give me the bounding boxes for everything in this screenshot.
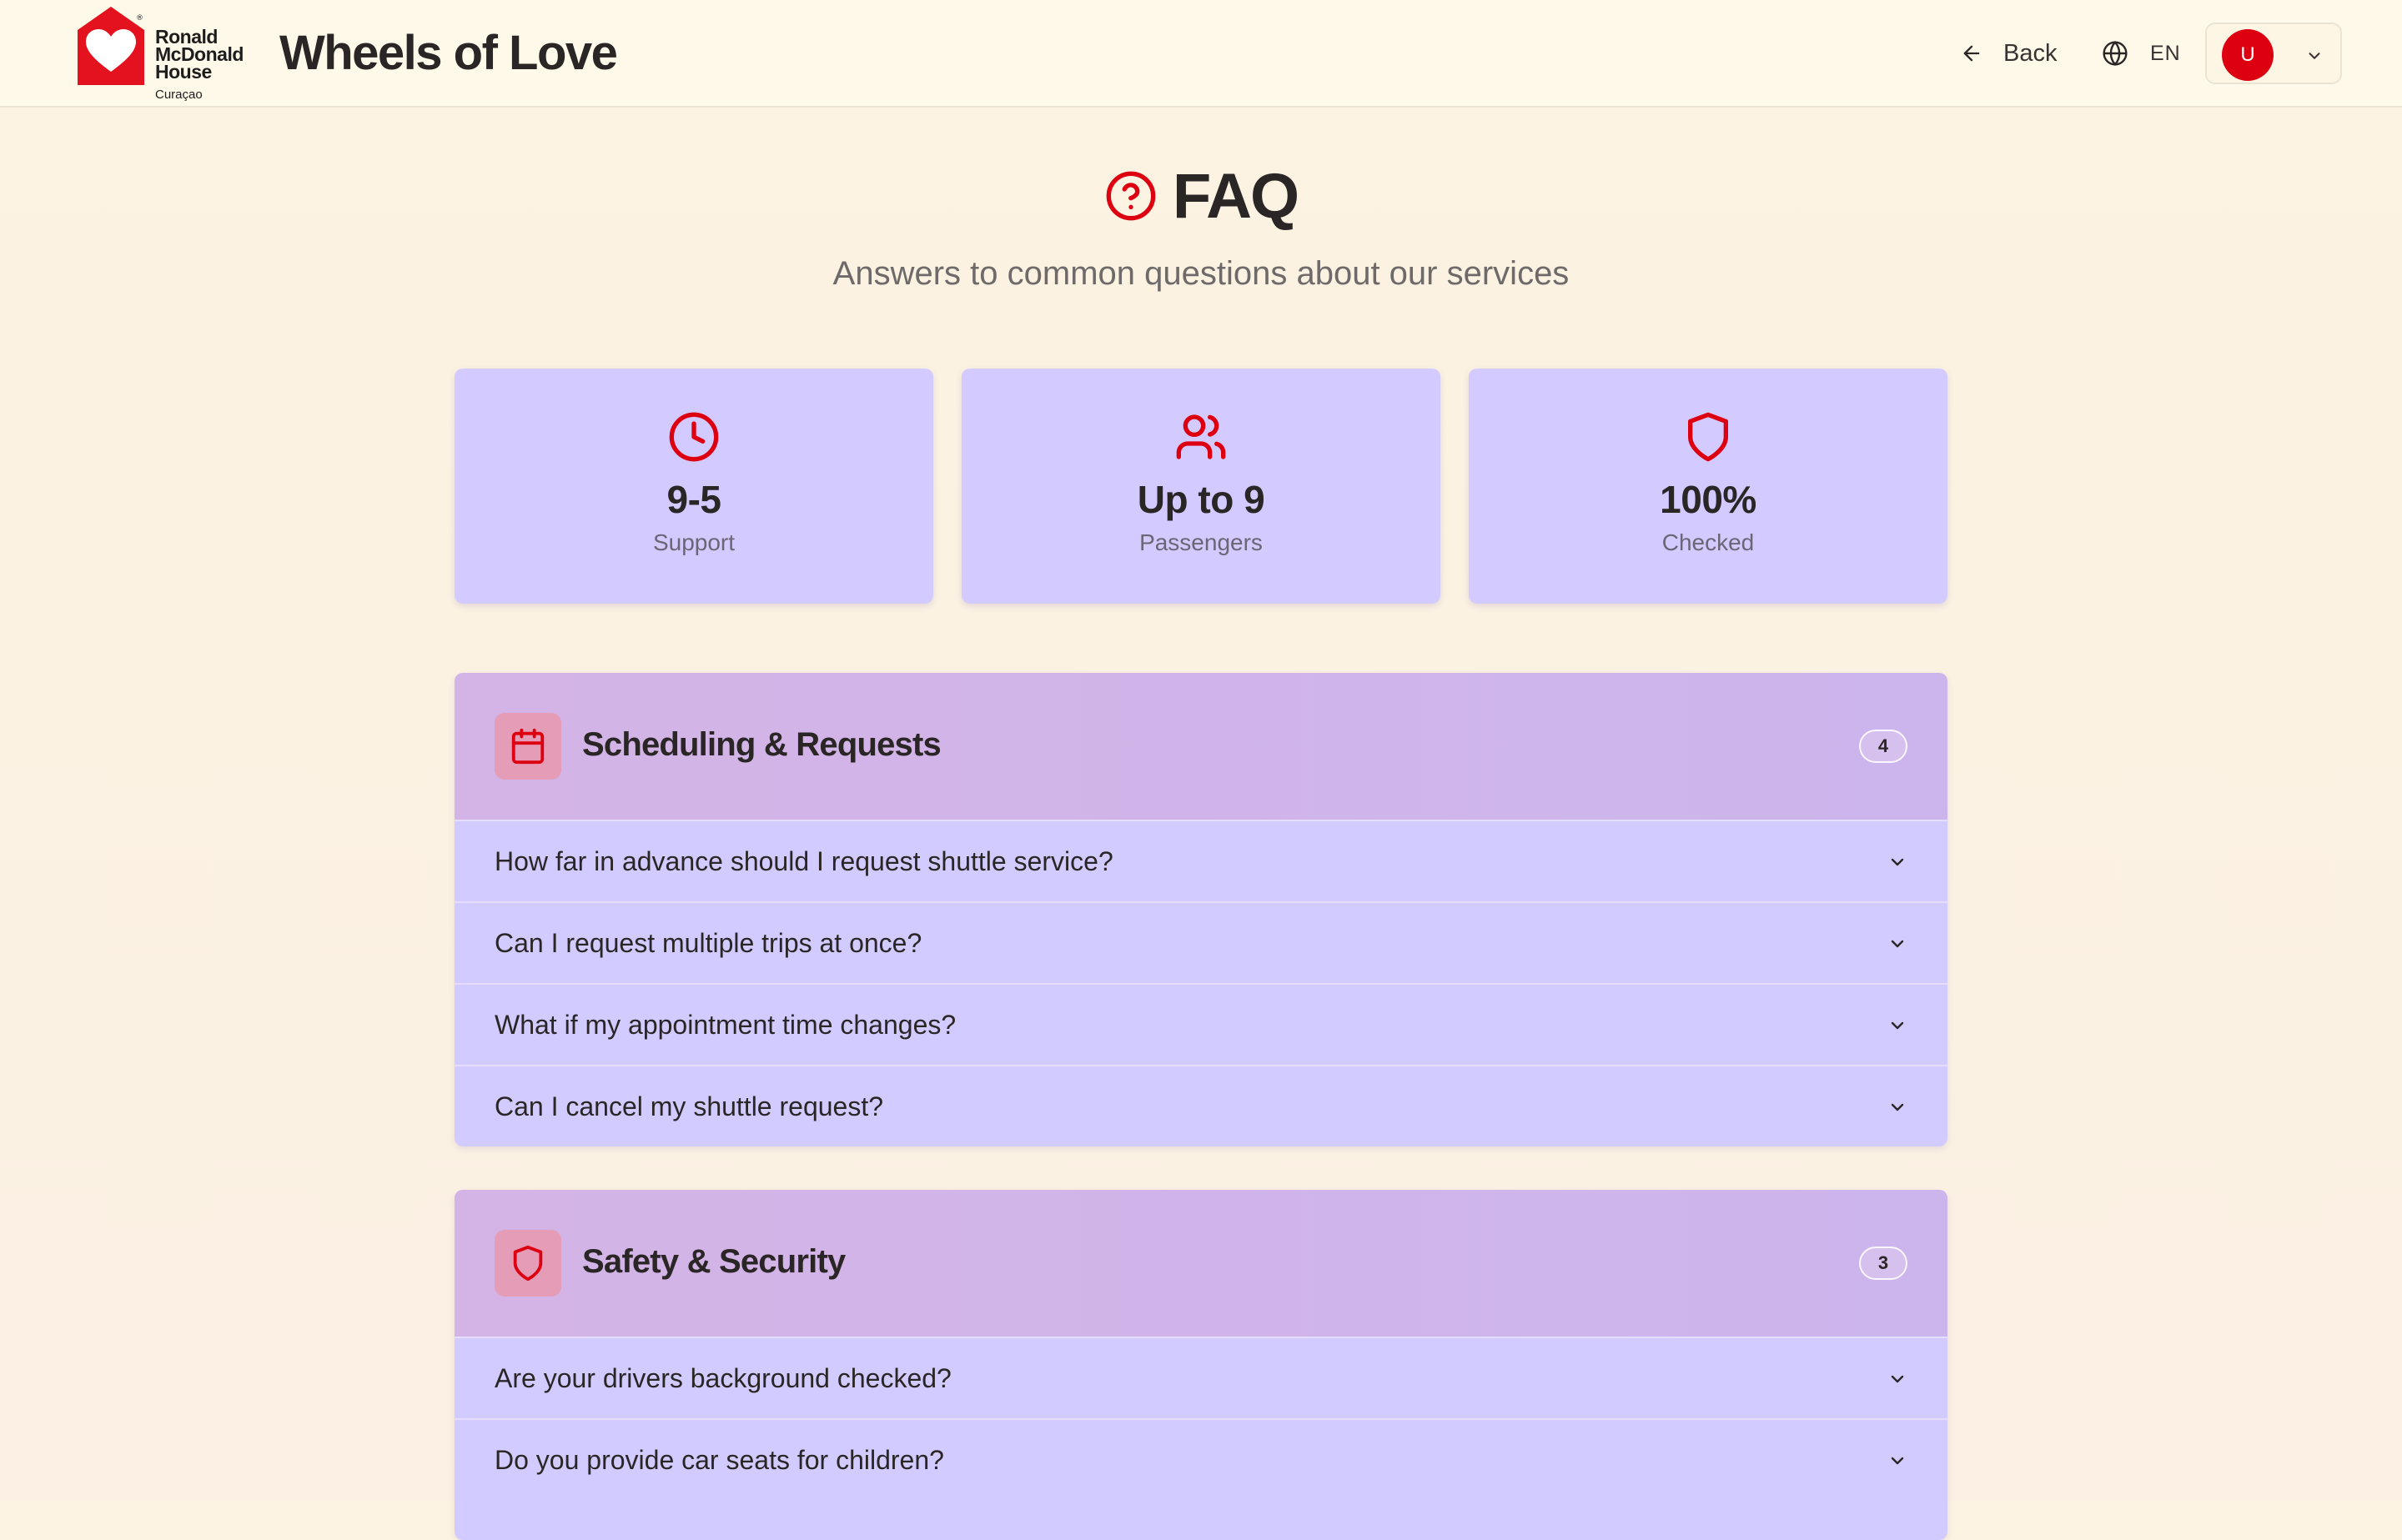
question-count-badge: 3 [1859,1247,1907,1280]
page-subtitle: Answers to common questions about our se… [832,255,1570,292]
stat-label: Checked [1661,529,1755,555]
stat-card-checked: 100% Checked [1469,369,1947,604]
section-icon-box [495,713,561,780]
logo-location: Curaçao [155,88,203,102]
back-label: Back [2003,39,2058,67]
language-code: EN [2150,41,2181,65]
question-text: Can I request multiple trips at once? [495,927,922,958]
user-menu-button[interactable]: U [2205,23,2342,84]
chevron-down-icon [1891,1021,1904,1030]
logo-wordmark: Ronald McDonald House [155,26,244,83]
back-button[interactable]: Back [1952,32,2065,75]
heart-house-icon: ® [78,7,144,85]
question-text: Do you provide car seats for children? [495,1444,944,1475]
page-title: FAQ [1172,160,1299,232]
faq-question[interactable]: Are your drivers background checked? [455,1337,1947,1418]
stat-value: 9-5 [666,478,721,521]
users-icon [1176,414,1226,459]
question-text: How far in advance should I request shut… [495,845,1113,876]
stat-card-passengers: Up to 9 Passengers [962,369,1440,604]
ronald-mcdonald-house-logo[interactable]: ® Ronald McDonald House Curaçao [78,7,253,103]
page-heading: FAQ [0,158,2402,233]
section-icon-box [495,1230,561,1297]
chevron-down-icon [2309,53,2320,59]
faq-section-safety: Safety & Security 3 Are your drivers bac… [455,1190,1947,1540]
stat-value: Up to 9 [1137,478,1265,521]
faq-question[interactable]: Do you provide car seats for children? [455,1418,1947,1500]
shield-icon [513,1245,543,1282]
stat-card-support: 9-5 Support [455,369,933,604]
calendar-icon [511,728,545,765]
section-title: Safety & Security [582,1243,846,1280]
app-title: Wheels of Love [279,26,618,80]
stat-value: 100% [1660,478,1756,521]
section-title: Scheduling & Requests [582,726,942,763]
chevron-down-icon [1891,940,1904,948]
faq-section-scheduling: Scheduling & Requests 4 How far in advan… [455,673,1947,1146]
question-text: What if my appointment time changes? [495,1009,957,1040]
chevron-down-icon [1891,858,1904,866]
chevron-down-icon [1891,1457,1904,1465]
top-bar: ® Ronald McDonald House Curaçao Wheels o… [0,0,2402,108]
language-switcher[interactable]: EN [2102,32,2181,75]
question-text: Are your drivers background checked? [495,1362,952,1393]
arrow-left-icon [1963,45,1980,62]
globe-icon [2103,40,2128,67]
question-count-badge: 4 [1859,730,1907,763]
shield-icon [1688,412,1728,462]
chevron-down-icon [1891,1103,1904,1111]
faq-question[interactable]: Can I cancel my shuttle request? [455,1065,1947,1146]
svg-text:®: ® [136,14,143,23]
question-text: Can I cancel my shuttle request? [495,1091,884,1121]
faq-question[interactable]: How far in advance should I request shut… [455,820,1947,901]
help-circle-icon [1106,171,1156,221]
stat-label: Passengers [1139,529,1263,555]
chevron-down-icon [1891,1375,1904,1383]
section-header: Safety & Security 3 [455,1190,1947,1337]
clock-icon [669,412,719,462]
faq-question[interactable]: What if my appointment time changes? [455,983,1947,1065]
section-header: Scheduling & Requests 4 [455,673,1947,820]
faq-question[interactable]: Can I request multiple trips at once? [455,901,1947,983]
avatar: U [2222,29,2274,81]
stat-label: Support [652,529,736,555]
